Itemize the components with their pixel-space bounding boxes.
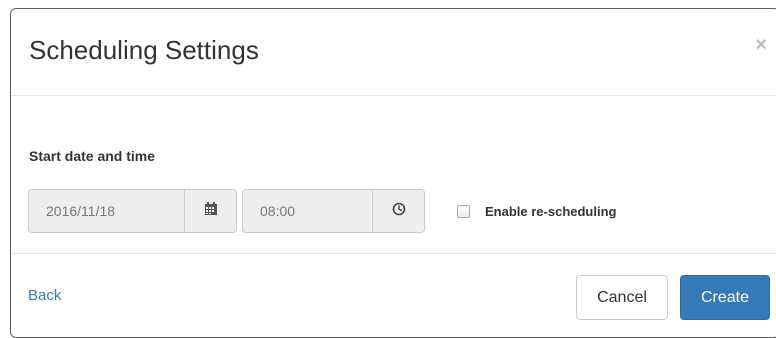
- back-link[interactable]: Back: [28, 287, 61, 304]
- dialog-header: Scheduling Settings ×: [11, 9, 776, 96]
- cancel-button[interactable]: Cancel: [576, 275, 668, 320]
- dialog-footer: Back Cancel Create: [11, 253, 776, 337]
- time-input[interactable]: 08:00: [243, 190, 391, 232]
- date-input[interactable]: 2016/11/18: [29, 190, 202, 232]
- dialog-title: Scheduling Settings: [29, 35, 259, 65]
- dialog-body: Start date and time 2016/11/18 08:00 Ena…: [11, 96, 776, 253]
- create-button[interactable]: Create: [680, 275, 770, 320]
- clock-icon: [392, 202, 406, 221]
- start-date-time-label: Start date and time: [29, 148, 156, 164]
- date-picker-button[interactable]: [184, 190, 236, 232]
- time-picker-button[interactable]: [372, 190, 424, 232]
- close-button[interactable]: ×: [755, 35, 767, 55]
- reschedule-label[interactable]: Enable re-scheduling: [485, 204, 616, 219]
- scheduling-settings-dialog: Scheduling Settings × Start date and tim…: [10, 8, 776, 338]
- reschedule-option: Enable re-scheduling: [457, 204, 616, 219]
- time-picker: 08:00: [242, 189, 425, 233]
- reschedule-checkbox[interactable]: [457, 205, 470, 218]
- calendar-icon: [204, 201, 218, 221]
- date-picker: 2016/11/18: [28, 189, 237, 233]
